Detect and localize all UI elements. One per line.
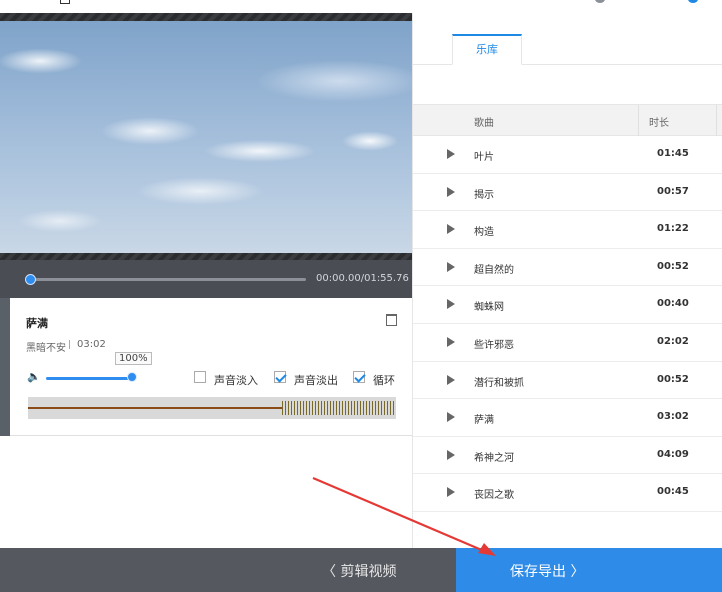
volume-tooltip: 100%	[115, 352, 152, 365]
song-duration: 01:45	[657, 148, 689, 159]
trash-icon[interactable]	[386, 314, 397, 326]
song-title: 希神之河	[474, 452, 514, 464]
video-preview	[0, 13, 412, 260]
song-title: 萨满	[474, 415, 494, 427]
song-duration: 00:57	[657, 185, 689, 197]
table-row[interactable]: 萨满 03:02	[413, 399, 722, 437]
table-row[interactable]: 揭示 00:57	[413, 174, 722, 212]
table-row[interactable]: 超自然的 00:52	[413, 249, 722, 287]
playback-time: 00:00.00/01:55.76	[316, 273, 409, 284]
song-duration: 00:52	[657, 373, 689, 385]
table-row[interactable]: 构造 01:22	[413, 211, 722, 249]
playback-progress-knob[interactable]	[25, 274, 36, 285]
table-row[interactable]: 希神之河 04:09	[413, 437, 722, 475]
column-divider	[716, 105, 717, 136]
loop-checkbox[interactable]	[353, 371, 365, 383]
song-duration: 00:40	[657, 298, 689, 310]
song-duration: 00:45	[657, 486, 689, 498]
column-divider	[638, 105, 639, 136]
fade-in-label: 声音淡入	[214, 374, 258, 387]
film-edge-top	[0, 13, 412, 21]
column-header-song: 歌曲	[474, 118, 494, 129]
tab-bar: 乐库	[413, 13, 722, 65]
edit-video-label: 〈 剪辑视频	[322, 564, 397, 580]
play-icon[interactable]	[447, 186, 455, 197]
track-title: 萨满	[26, 317, 48, 330]
volume-slider-knob[interactable]	[127, 372, 137, 382]
table-row[interactable]: 蜘蛛网 00:40	[413, 286, 722, 324]
save-export-button[interactable]: 保存导出 〉	[456, 548, 722, 592]
user-icon[interactable]	[595, 0, 605, 3]
song-title: 叶片	[474, 152, 494, 163]
play-icon[interactable]	[447, 449, 455, 460]
song-duration: 02:02	[657, 336, 689, 347]
song-title: 超自然的	[474, 264, 514, 276]
fade-out-checkbox[interactable]	[274, 371, 286, 383]
song-title: 丧因之歌	[474, 490, 514, 502]
table-row[interactable]: 叶片 01:45	[413, 136, 722, 174]
waveform-peaks	[282, 401, 394, 415]
fade-in-checkbox[interactable]	[194, 371, 206, 383]
play-icon[interactable]	[447, 224, 455, 235]
info-icon[interactable]	[688, 0, 698, 3]
track-artist: 黑暗不安	[26, 343, 66, 354]
song-title: 潜行和被抓	[474, 377, 524, 389]
song-duration: 03:02	[657, 411, 689, 423]
fade-out-label: 声音淡出	[294, 374, 338, 387]
top-toolbar-strip	[0, 0, 722, 13]
song-title: 构造	[474, 227, 494, 239]
table-row[interactable]: 些许邪恶 02:02	[413, 324, 722, 362]
folder-icon[interactable]	[60, 0, 70, 4]
audio-waveform[interactable]	[28, 397, 396, 419]
track-duration: 03:02	[77, 339, 106, 350]
save-export-label: 保存导出 〉	[510, 564, 585, 580]
column-header-duration: 时长	[649, 118, 669, 129]
song-title: 揭示	[474, 189, 494, 201]
playback-bar: 00:00.00/01:55.76	[0, 260, 412, 298]
play-icon[interactable]	[447, 374, 455, 385]
play-icon[interactable]	[447, 337, 455, 347]
song-duration: 01:22	[657, 223, 689, 235]
play-icon[interactable]	[447, 261, 455, 272]
track-card-stripe	[0, 298, 10, 436]
table-header: 歌曲 时长	[413, 104, 722, 136]
song-title: 蜘蛛网	[474, 302, 504, 314]
video-frame-image	[0, 21, 412, 253]
play-icon[interactable]	[447, 299, 455, 310]
song-duration: 00:52	[657, 260, 689, 272]
playback-progress-track[interactable]	[30, 278, 306, 281]
play-icon[interactable]	[447, 487, 455, 498]
divider	[69, 340, 70, 349]
music-library-panel: 乐库 歌曲 时长 叶片 01:45 揭示 00:57 构造 01:22 超自然的 00:52 蜘…	[412, 13, 722, 548]
play-icon[interactable]	[447, 412, 455, 423]
play-icon[interactable]	[447, 149, 455, 159]
selected-track-card: 萨满 黑暗不安 03:02 100% 🔈 声音淡入 声音淡出 循环	[0, 298, 412, 436]
footer-bar: 〈 剪辑视频 保存导出 〉	[0, 548, 722, 592]
table-row[interactable]: 潜行和被抓 00:52	[413, 362, 722, 400]
loop-label: 循环	[373, 374, 395, 387]
volume-slider[interactable]	[46, 377, 132, 380]
waveform-line	[28, 407, 282, 409]
tab-music-library[interactable]: 乐库	[452, 34, 522, 65]
edit-video-button[interactable]: 〈 剪辑视频	[0, 548, 456, 592]
film-edge-bottom	[0, 253, 412, 260]
speaker-icon[interactable]: 🔈	[27, 371, 41, 383]
table-row[interactable]: 丧因之歌 00:45	[413, 474, 722, 512]
song-title: 些许邪恶	[474, 340, 514, 351]
song-duration: 04:09	[657, 448, 689, 460]
